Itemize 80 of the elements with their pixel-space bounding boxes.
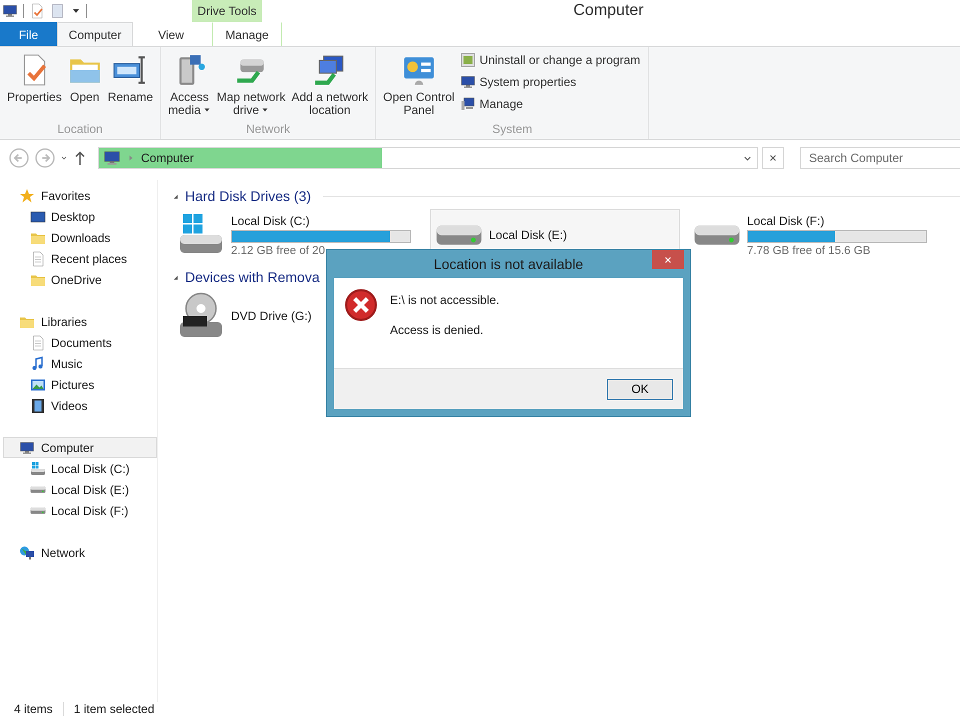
dialog-message: Access is denied. — [390, 323, 484, 337]
windows-drive-icon — [30, 460, 46, 476]
monitor-icon[interactable] — [2, 3, 18, 19]
chevron-down-icon[interactable] — [60, 154, 68, 162]
globe-icon — [19, 544, 35, 560]
window-title: Computer — [572, 2, 645, 20]
text-cursor-icon — [113, 53, 148, 87]
drive-icon — [30, 506, 46, 514]
ribbon-button[interactable]: Open Control Panel — [380, 53, 458, 117]
film-icon — [30, 398, 46, 414]
nav-item[interactable]: Local Disk (C:) — [0, 458, 157, 479]
drive-icon — [30, 486, 46, 494]
nav-item[interactable]: Desktop — [0, 206, 157, 227]
music-note-icon — [30, 356, 46, 372]
monitor-icon — [19, 440, 35, 456]
nav-item[interactable]: Local Disk (E:) — [0, 479, 157, 500]
ribbon-button[interactable]: System properties — [460, 73, 644, 91]
search-field[interactable]: Search Computer — [800, 147, 960, 169]
dialog-message: E:\ is not accessible. — [390, 293, 500, 307]
error-icon — [344, 288, 378, 322]
ribbon-button[interactable]: Map network drive — [214, 53, 288, 117]
drive-name: DVD Drive (G:) — [231, 309, 313, 323]
star-icon — [19, 188, 35, 204]
drive-icon — [435, 224, 483, 246]
nav-item[interactable]: Recent places — [0, 248, 157, 269]
drive-tile[interactable]: Local Disk (F:) 7.78 GB free of 15.6 GB — [688, 209, 938, 261]
drive-tile[interactable]: Local Disk (C:) 2.12 GB free of 20 — [172, 209, 422, 261]
monitor-icon — [460, 74, 476, 90]
nav-item[interactable]: Local Disk (F:) — [0, 500, 157, 521]
context-tab-label: Drive Tools — [192, 0, 262, 22]
ribbon-button[interactable]: Open — [64, 53, 105, 104]
group-label: System — [491, 122, 534, 138]
group-label: Location — [56, 122, 104, 138]
nav-item[interactable]: OneDrive — [0, 269, 157, 290]
group-heading: Hard Disk Drives (3) — [185, 188, 312, 204]
ribbon-tab[interactable]: Computer — [57, 22, 133, 46]
free-space-text: 7.78 GB free of 15.6 GB — [747, 244, 872, 256]
ribbon-button[interactable]: Access media — [165, 53, 214, 117]
address-bar[interactable]: Computer — [98, 147, 758, 169]
ribbon-tab[interactable]: View — [133, 22, 209, 46]
nav-item[interactable]: Network — [0, 542, 157, 563]
ribbon-tab[interactable]: File — [0, 22, 57, 46]
nav-item[interactable]: Music — [0, 353, 157, 374]
nav-item[interactable]: Pictures — [0, 374, 157, 395]
computer-icon — [460, 96, 476, 112]
ribbon-button[interactable]: Add a network location — [288, 53, 372, 117]
drive-icon — [693, 224, 741, 246]
document-icon — [30, 250, 46, 266]
drive-name: Local Disk (F:) — [747, 214, 826, 228]
nav-item[interactable]: Favorites — [0, 185, 157, 206]
breadcrumb-item[interactable]: Computer — [141, 151, 194, 165]
ribbon-button[interactable]: Manage — [460, 95, 644, 113]
document-check-icon[interactable] — [29, 3, 45, 19]
caret-right-icon — [127, 154, 135, 162]
clear-icon[interactable] — [768, 153, 778, 163]
status-text: 1 item selected — [74, 702, 154, 716]
expand-triangle-icon[interactable] — [172, 192, 179, 200]
ribbon-button[interactable]: Properties — [4, 53, 65, 104]
close-button[interactable] — [652, 250, 684, 269]
drive-name: Local Disk (C:) — [231, 214, 311, 228]
disc-drive-icon — [177, 292, 225, 340]
nav-item[interactable]: Videos — [0, 395, 157, 416]
nav-item[interactable]: Downloads — [0, 227, 157, 248]
desktop-icon — [30, 208, 46, 224]
program-icon — [460, 52, 476, 68]
free-space-text: 2.12 GB free of 20 — [231, 244, 326, 256]
nav-item[interactable]: Computer — [3, 437, 157, 458]
monitor-icon — [103, 149, 121, 167]
group-heading: Devices with Remova — [185, 269, 320, 285]
ok-button[interactable]: OK — [607, 378, 673, 400]
group-label: Network — [245, 122, 292, 138]
picture-icon — [30, 376, 46, 392]
document-icon — [30, 334, 46, 350]
ribbon-button[interactable]: Uninstall or change a program — [460, 51, 644, 69]
drive-name: Local Disk (E:) — [489, 228, 568, 242]
status-text: 4 items — [14, 702, 53, 716]
nav-item[interactable]: Documents — [0, 332, 157, 353]
nav-item[interactable]: Libraries — [0, 311, 157, 332]
ribbon-button[interactable]: Rename — [104, 53, 156, 104]
expand-triangle-icon[interactable] — [172, 274, 179, 280]
